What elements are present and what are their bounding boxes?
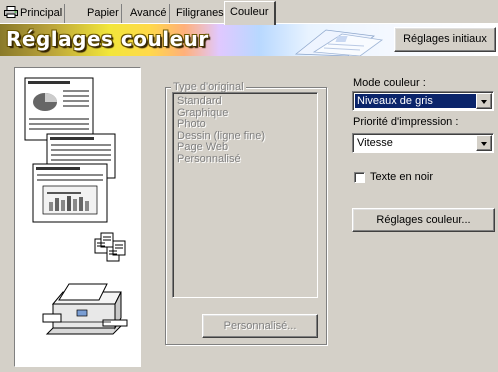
tab-papier[interactable]: Papier bbox=[85, 4, 122, 23]
tab-avance[interactable]: Avancé bbox=[128, 4, 170, 23]
black-text-label: Texte en noir bbox=[370, 171, 433, 183]
chevron-down-icon[interactable] bbox=[476, 135, 492, 151]
custom-button[interactable]: Personnalisé... bbox=[202, 314, 318, 338]
tab-couleur[interactable]: Couleur bbox=[224, 1, 276, 25]
tab-bar: Principal Papier Avancé Filigranes Coule… bbox=[0, 0, 498, 25]
tab-principal[interactable]: Principal bbox=[2, 4, 66, 23]
black-text-checkbox[interactable] bbox=[354, 172, 365, 183]
list-item[interactable]: Standard bbox=[177, 95, 313, 108]
list-item[interactable]: Personnalisé bbox=[177, 153, 313, 166]
printer-illustration bbox=[42, 283, 128, 335]
print-priority-select[interactable]: Vitesse bbox=[352, 133, 494, 153]
document-preview-illustration bbox=[24, 77, 128, 335]
original-type-list[interactable]: Standard Graphique Photo Dessin (ligne f… bbox=[172, 92, 318, 298]
print-priority-value: Vitesse bbox=[357, 137, 393, 149]
color-settings-button[interactable]: Réglages couleur... bbox=[352, 208, 495, 232]
initial-settings-button[interactable]: Réglages initiaux bbox=[394, 27, 496, 52]
banner-documents-graphic bbox=[294, 29, 384, 56]
copies-icon bbox=[94, 232, 126, 262]
tab-filigranes[interactable]: Filigranes bbox=[174, 4, 227, 23]
color-mode-value: Niveaux de gris bbox=[355, 94, 477, 108]
list-item[interactable]: Page Web bbox=[177, 141, 313, 154]
color-mode-select[interactable]: Niveaux de gris bbox=[352, 91, 494, 111]
color-mode-label: Mode couleur : bbox=[353, 77, 426, 89]
header-banner: Réglages couleur Réglages initiaux bbox=[0, 24, 498, 56]
preview-panel bbox=[14, 67, 141, 367]
printer-icon bbox=[4, 6, 18, 18]
page-title: Réglages couleur bbox=[6, 27, 209, 51]
list-item[interactable]: Photo bbox=[177, 118, 313, 131]
print-priority-label: Priorité d'impression : bbox=[353, 116, 459, 128]
chevron-down-icon[interactable] bbox=[476, 93, 492, 109]
